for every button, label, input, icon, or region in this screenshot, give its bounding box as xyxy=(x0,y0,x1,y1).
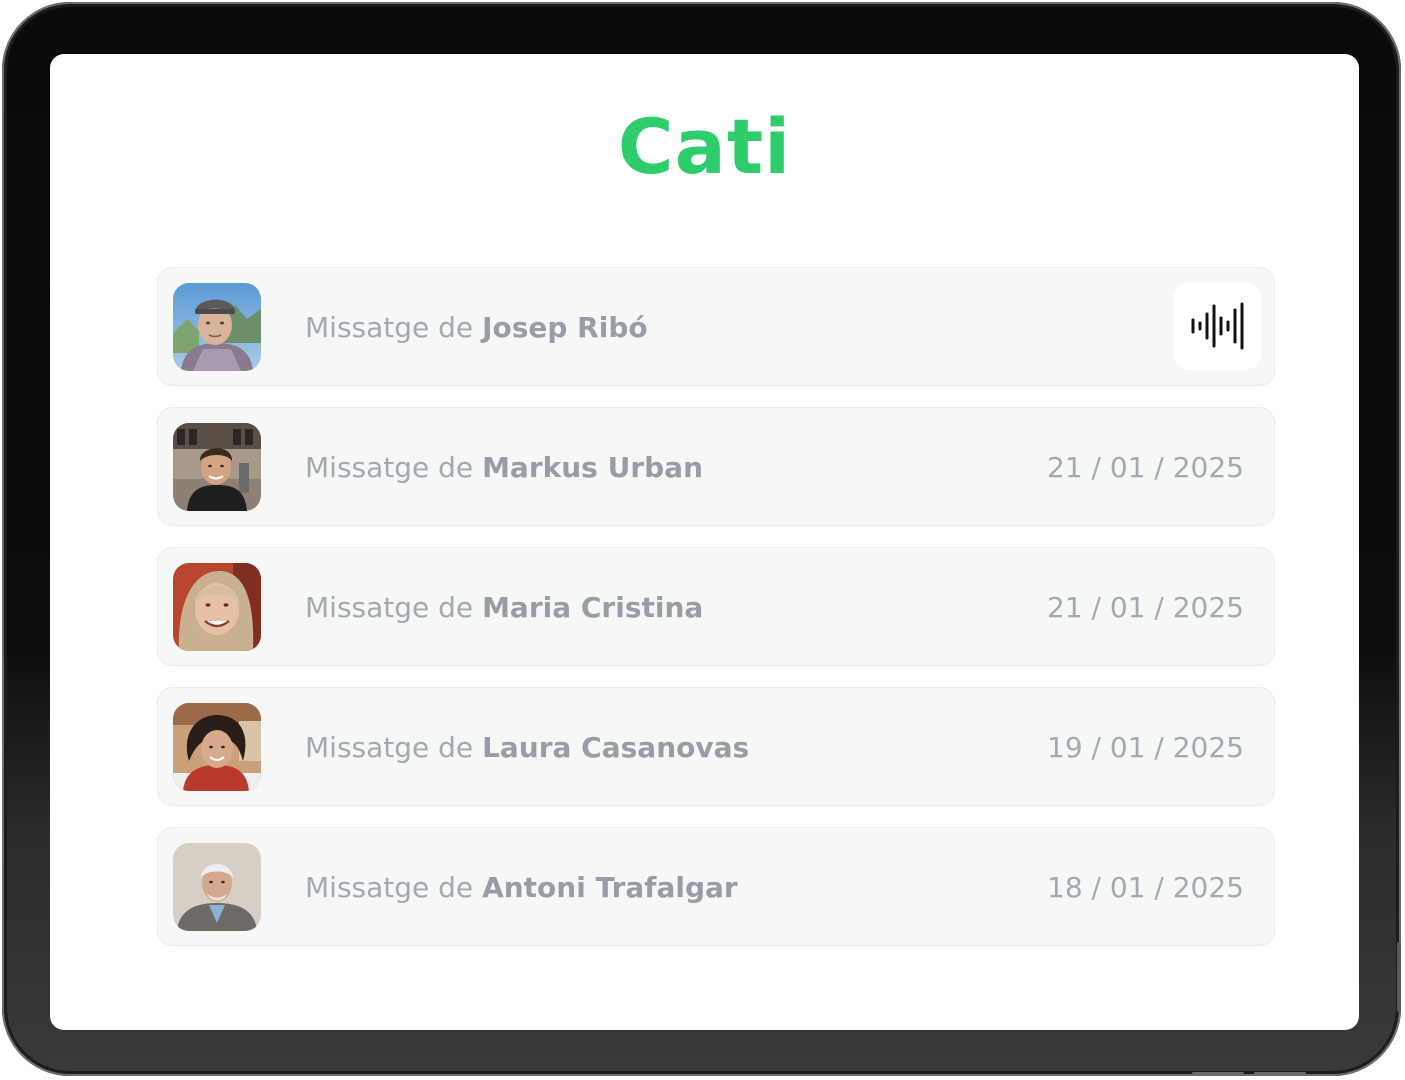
message-card-maria-cristina[interactable]: Missatge de Maria Cristina 21 / 01 / 202… xyxy=(157,547,1275,666)
tablet-side-button xyxy=(1397,942,1401,1012)
message-date: 19 / 01 / 2025 xyxy=(1047,731,1244,764)
message-sender: Antoni Trafalgar xyxy=(482,871,738,904)
woman-curly-hair-photo xyxy=(173,703,261,791)
smiling-woman-photo xyxy=(173,563,261,651)
audio-waveform-button[interactable] xyxy=(1173,282,1261,370)
message-card-josep-ribo[interactable]: Missatge de Josep Ribó xyxy=(157,267,1275,386)
avatar[interactable] xyxy=(173,563,261,651)
elderly-man-suit-photo xyxy=(173,843,261,931)
elderly-man-with-cap-photo xyxy=(173,283,261,371)
tablet-frame: Cati Missatge de Josep Ribó Missatge de … xyxy=(2,2,1401,1076)
message-text: Missatge de Josep Ribó xyxy=(305,268,648,387)
avatar[interactable] xyxy=(173,703,261,791)
message-sender: Josep Ribó xyxy=(482,311,648,344)
message-card-markus-urban[interactable]: Missatge de Markus Urban 21 / 01 / 2025 xyxy=(157,407,1275,526)
message-prefix: Missatge de xyxy=(305,731,483,764)
message-list: Missatge de Josep Ribó Missatge de Marku… xyxy=(157,267,1275,967)
message-sender: Markus Urban xyxy=(482,451,704,484)
young-man-street-photo xyxy=(173,423,261,511)
app-title: Cati xyxy=(617,102,792,191)
audio-waveform-icon xyxy=(1191,302,1244,350)
message-prefix: Missatge de xyxy=(305,871,483,904)
message-prefix: Missatge de xyxy=(305,591,483,624)
message-prefix: Missatge de xyxy=(305,451,483,484)
message-text: Missatge de Laura Casanovas xyxy=(305,688,749,807)
message-prefix: Missatge de xyxy=(305,311,483,344)
avatar[interactable] xyxy=(173,423,261,511)
tablet-screen: Cati Missatge de Josep Ribó Missatge de … xyxy=(50,54,1359,1030)
message-date: 21 / 01 / 2025 xyxy=(1047,451,1244,484)
message-card-laura-casanovas[interactable]: Missatge de Laura Casanovas 19 / 01 / 20… xyxy=(157,687,1275,806)
message-text: Missatge de Maria Cristina xyxy=(305,548,703,667)
message-card-antoni-trafalgar[interactable]: Missatge de Antoni Trafalgar 18 / 01 / 2… xyxy=(157,827,1275,946)
message-text: Missatge de Markus Urban xyxy=(305,408,703,527)
message-date: 21 / 01 / 2025 xyxy=(1047,591,1244,624)
message-sender: Laura Casanovas xyxy=(482,731,750,764)
tablet-bottom-button xyxy=(1254,1072,1306,1075)
tablet-bottom-button xyxy=(1192,1072,1244,1075)
message-sender: Maria Cristina xyxy=(482,591,704,624)
avatar[interactable] xyxy=(173,283,261,371)
message-text: Missatge de Antoni Trafalgar xyxy=(305,828,738,947)
avatar[interactable] xyxy=(173,843,261,931)
message-date: 18 / 01 / 2025 xyxy=(1047,871,1244,904)
